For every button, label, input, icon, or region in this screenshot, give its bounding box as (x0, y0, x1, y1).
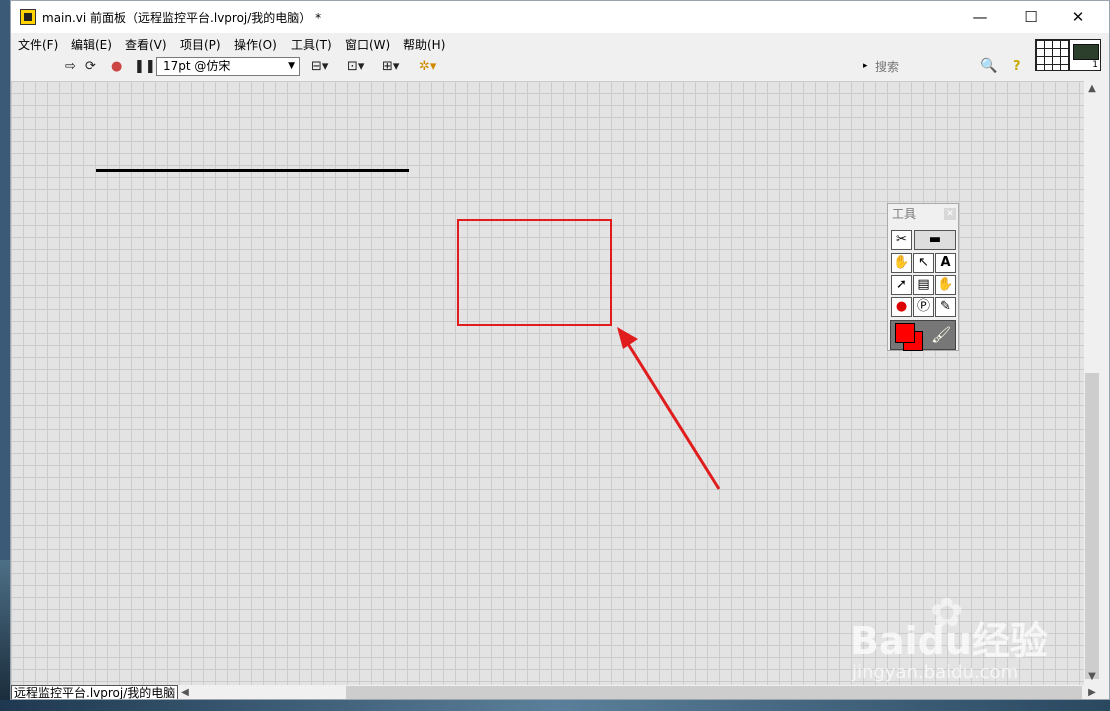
menu-bar: 文件(F) 编辑(E) 查看(V) 项目(P) 操作(O) 工具(T) 窗口(W… (11, 33, 1031, 53)
align-objects-icon[interactable]: ⊟▾ (311, 58, 328, 76)
project-context-label: 远程监控平台.lvproj/我的电脑 (11, 685, 179, 699)
breakpoint-icon[interactable]: ● (891, 297, 912, 317)
title-bar[interactable]: main.vi 前面板（远程监控平台.lvproj/我的电脑） * — ☐ ✕ (11, 1, 1109, 33)
menu-window[interactable]: 窗口(W) (345, 36, 390, 53)
menu-edit[interactable]: 编辑(E) (71, 36, 112, 53)
distribute-objects-icon[interactable]: ⊡▾ (347, 58, 364, 76)
operate-value-icon[interactable]: ✋ (891, 253, 912, 273)
menu-view[interactable]: 查看(V) (125, 36, 167, 53)
menu-file[interactable]: 文件(F) (18, 36, 58, 53)
maximize-button[interactable]: ☐ (1008, 1, 1054, 33)
shortcut-menu-icon[interactable]: ▤ (913, 275, 934, 295)
set-color-tool[interactable]: 🖌 (890, 320, 956, 351)
run-continuously-icon[interactable]: ⟳ (85, 58, 96, 76)
search-box[interactable]: ▸ 🔍 (861, 57, 1001, 76)
pause-icon[interactable]: ❚❚ (134, 58, 156, 76)
menu-tools[interactable]: 工具(T) (291, 36, 332, 53)
toolbar: ⇨ ⟳ ● ❚❚ 17pt @仿宋 ▼ ⊟▾ ⊡▾ ⊞▾ ✲▾ ▸ 🔍 ? (11, 53, 1031, 81)
automatic-tool-toggle[interactable]: ▬ (914, 230, 956, 250)
scroll-right-icon[interactable]: ▶ (1084, 685, 1100, 699)
chevron-down-icon: ▼ (288, 61, 295, 71)
tools-palette-close-icon[interactable]: ✕ (944, 208, 956, 220)
probe-icon[interactable]: Ⓟ (913, 297, 934, 317)
get-color-icon[interactable]: ✎ (935, 297, 956, 317)
scroll-down-icon[interactable]: ▼ (1084, 669, 1100, 685)
abort-icon[interactable]: ● (111, 58, 122, 76)
connector-pane[interactable] (1035, 39, 1069, 71)
minimize-button[interactable]: — (957, 1, 1003, 33)
watermark-brand: Baidu经验 (850, 619, 1048, 663)
paint-brush-icon: 🖌 (931, 325, 952, 344)
desktop-left-strip (0, 560, 10, 700)
auto-tool-icon[interactable]: ✂ (891, 230, 912, 250)
scroll-up-icon[interactable]: ▲ (1084, 81, 1100, 97)
menu-help[interactable]: 帮助(H) (403, 36, 445, 53)
menu-project[interactable]: 项目(P) (180, 36, 221, 53)
scroll-left-icon[interactable]: ◀ (177, 685, 193, 699)
run-arrow-icon[interactable]: ⇨ (65, 58, 76, 76)
desktop-bottom-strip (0, 700, 1110, 711)
search-input[interactable] (873, 57, 977, 76)
vi-icon-number: 1 (1092, 60, 1098, 70)
text-settings-dropdown[interactable]: 17pt @仿宋 ▼ (156, 57, 300, 76)
search-icon[interactable]: 🔍 (980, 57, 997, 76)
resize-objects-icon[interactable]: ⊞▾ (382, 58, 399, 76)
reorder-icon[interactable]: ✲▾ (419, 58, 436, 76)
menu-operate[interactable]: 操作(O) (234, 36, 277, 53)
close-button[interactable]: ✕ (1055, 1, 1101, 33)
watermark-url: jingyan.baidu.com (852, 662, 1019, 683)
font-setting-value: 17pt @仿宋 (163, 59, 231, 73)
vertical-scrollbar[interactable]: ▲ ▼ (1084, 81, 1100, 685)
help-icon[interactable]: ? (1013, 58, 1021, 76)
foreground-color-swatch[interactable] (895, 323, 915, 343)
vertical-scroll-thumb[interactable] (1085, 373, 1099, 679)
edit-text-icon[interactable]: A (935, 253, 956, 273)
tools-palette[interactable]: 工具 ✕ ✂ ▬ ✋ ↖ A ➚ ▤ ✋ ● Ⓟ ✎ 🖌 (887, 203, 959, 351)
window-title: main.vi 前面板（远程监控平台.lvproj/我的电脑） * (42, 11, 322, 25)
vi-icon-screen (1073, 44, 1099, 60)
search-expand-icon[interactable]: ▸ (863, 57, 868, 76)
position-tool-icon[interactable]: ↖ (913, 253, 934, 273)
vi-icon[interactable]: 1 (1069, 39, 1101, 71)
labview-app-icon[interactable] (20, 9, 36, 25)
scroll-window-icon[interactable]: ✋ (935, 275, 956, 295)
watermark: ✿ Baidu经验 jingyan.baidu.com (850, 590, 1070, 690)
connect-wire-icon[interactable]: ➚ (891, 275, 912, 295)
